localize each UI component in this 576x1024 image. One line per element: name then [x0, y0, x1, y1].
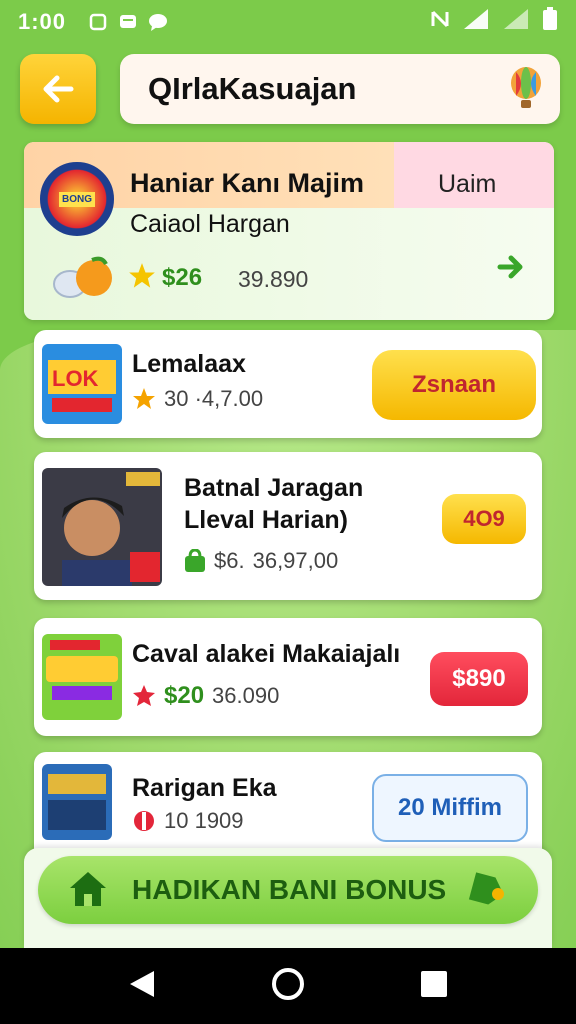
- featured-value: 39.890: [238, 266, 309, 292]
- item-value: 36.090: [212, 683, 280, 708]
- nav-home-icon[interactable]: [271, 967, 305, 1006]
- chat-icon: [148, 12, 168, 32]
- status-bar: 1:00: [0, 0, 576, 44]
- featured-price: $26: [162, 264, 203, 291]
- item-value: 10 1909: [164, 808, 244, 833]
- item-meta: 10 1909: [132, 808, 244, 834]
- battery-icon: [542, 7, 558, 37]
- featured-title: Haniar Kanı Majim: [130, 168, 365, 198]
- bonus-label: HADIKAN BANI BONUS: [132, 874, 447, 905]
- notification-icon: [88, 12, 108, 32]
- item-value: 30 ·4,7.00: [164, 386, 264, 411]
- badge-icon: [133, 685, 155, 706]
- navigation-bar: [0, 948, 576, 1024]
- item-thumbnail: LOK: [42, 344, 122, 424]
- item-action-button[interactable]: 20 Miffim: [372, 774, 528, 842]
- nav-recents-icon[interactable]: [420, 970, 448, 1003]
- item-name: Rarigan Eka: [132, 774, 277, 802]
- bag-icon: [185, 549, 205, 572]
- item-action-button[interactable]: $890: [430, 652, 528, 706]
- item-action-button[interactable]: 4O9: [442, 494, 526, 544]
- lottery-logo: BONG: [40, 162, 114, 236]
- fruit-icon: [52, 256, 116, 305]
- message-icon: [118, 12, 138, 32]
- back-button[interactable]: [20, 54, 96, 124]
- list-item[interactable]: LOK Lemalaax 30 ·4,7.00 Zsnaan: [34, 330, 542, 438]
- featured-subtitle: Caiaol Hargan: [130, 210, 290, 238]
- page-title: QIrlaKasuajan: [148, 71, 357, 106]
- balloon-icon[interactable]: [508, 66, 544, 117]
- nav-back-icon[interactable]: [128, 969, 156, 1004]
- signal-2-icon: [502, 8, 530, 36]
- item-price: $6.: [214, 548, 245, 573]
- list-item[interactable]: Batnal Jaragan Lleval Harian) $6. 36,97,…: [34, 452, 542, 600]
- star-icon: [133, 388, 155, 409]
- featured-tag: Uaim: [438, 170, 497, 198]
- svg-text:LOK: LOK: [52, 366, 99, 391]
- bonus-button[interactable]: HADIKAN BANI BONUS: [38, 856, 538, 924]
- item-price: $20: [164, 682, 205, 709]
- item-action-button[interactable]: Zsnaan: [372, 350, 536, 420]
- status-time: 1:00: [18, 9, 67, 34]
- item-name: Caval alakei Makaiajalı: [132, 640, 401, 668]
- item-value: 36,97,00: [252, 548, 339, 573]
- item-thumbnail: [42, 468, 162, 586]
- gift-icon: [134, 811, 154, 831]
- nfc-icon: [430, 8, 450, 36]
- item-meta: 30 ·4,7.00: [132, 386, 263, 412]
- item-meta: $20 36.090: [132, 682, 279, 710]
- arrow-right-icon[interactable]: [496, 252, 526, 287]
- item-name: Batnal Jaragan Lleval Harian): [184, 474, 364, 534]
- star-icon: [128, 262, 156, 295]
- signal-icon: [462, 8, 490, 36]
- tag-icon: [468, 872, 508, 913]
- partially-hidden-row: [60, 934, 540, 948]
- list-item[interactable]: Rarigan Eka 10 1909 20 Miffim: [34, 752, 542, 862]
- list-item[interactable]: Caval alakei Makaiajalı $20 36.090 $890: [34, 618, 542, 736]
- arrow-left-icon: [43, 75, 74, 103]
- item-thumbnail: [42, 764, 112, 840]
- item-name: Lemalaax: [132, 350, 246, 378]
- item-meta: $6. 36,97,00: [184, 548, 338, 574]
- page-title-box: QIrlaKasuajan: [120, 54, 560, 124]
- item-thumbnail: [42, 634, 122, 720]
- home-icon: [68, 870, 108, 913]
- featured-card[interactable]: BONG Haniar Kanı Majim Uaim Caiaol Harga…: [24, 142, 554, 320]
